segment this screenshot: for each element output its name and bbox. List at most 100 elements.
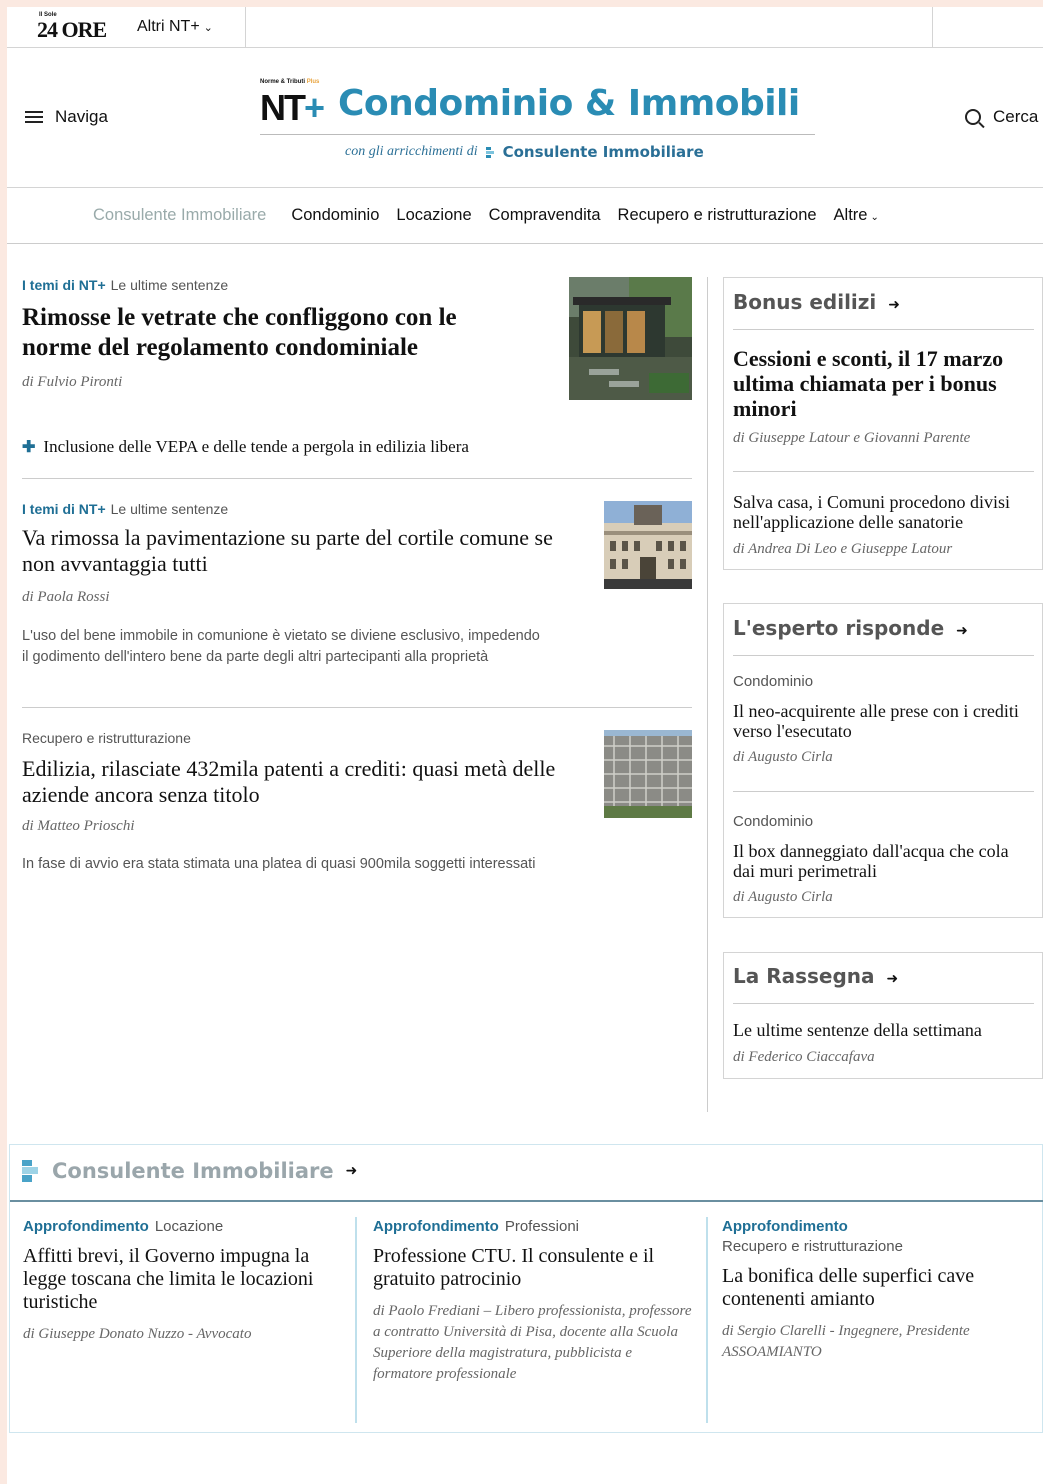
scaffolding-building-image [604, 730, 692, 818]
altri-nt-dropdown[interactable]: Altri NT+ ⌄ [137, 18, 213, 36]
sidebar-article-title[interactable]: Il neo-acquirente alle prese con i credi… [733, 701, 1033, 741]
logo-prefix: Il Sole [39, 12, 57, 18]
box-heading-label: L'esperto risponde [733, 616, 945, 640]
divider [733, 329, 1034, 330]
kicker-tag[interactable]: Approfondimento [23, 1218, 149, 1235]
divider [22, 707, 692, 708]
sidebar-article-byline: di Augusto Cirla [733, 749, 833, 765]
nav-item-locazione[interactable]: Locazione [396, 206, 471, 225]
article-image[interactable] [569, 277, 692, 400]
sidebar-article-byline: di Giuseppe Latour e Giovanni Parente [733, 430, 971, 446]
search-button[interactable]: Cerca [965, 107, 1038, 127]
chevron-down-icon: ⌄ [870, 212, 879, 223]
divider [932, 7, 933, 48]
kicker-category[interactable]: Professioni [505, 1218, 579, 1235]
consulente-title[interactable]: La bonifica delle superfici cave contene… [722, 1265, 1022, 1311]
divider [733, 1003, 1034, 1004]
page: Il Sole 24 ORE Altri NT+ ⌄ Naviga Norme &… [7, 7, 1043, 1484]
kicker-tag[interactable]: I temi di NT+ [22, 501, 106, 517]
kicker-category[interactable]: Le ultime sentenze [111, 501, 229, 517]
consulente-heading[interactable]: Consulente Immobiliare ➜ [22, 1159, 357, 1183]
menu-label: Naviga [55, 107, 108, 126]
menu-button[interactable]: Naviga [25, 107, 108, 127]
article-image[interactable] [604, 501, 692, 589]
kicker-tag[interactable]: Approfondimento [722, 1217, 1016, 1237]
divider [355, 1217, 357, 1423]
sidebar-category[interactable]: Condominio [733, 673, 813, 690]
sidebar-article-title[interactable]: Il box danneggiato dall'acqua che cola d… [733, 841, 1033, 881]
consulente-article[interactable]: Approfondimento Locazione Affitti brevi, … [23, 1217, 343, 1345]
bonus-edilizi-box: Bonus edilizi ➜ Cessioni e sconti, il 17 … [723, 277, 1043, 570]
divider [733, 655, 1034, 656]
divider [22, 478, 692, 479]
chevron-down-icon: ⌄ [203, 22, 213, 34]
sidebar-category[interactable]: Condominio [733, 813, 813, 830]
kicker-category[interactable]: Le ultime sentenze [111, 277, 229, 293]
top-bar: Il Sole 24 ORE Altri NT+ ⌄ [7, 7, 1043, 48]
related-title: Inclusione delle VEPA e delle tende a pe… [43, 437, 469, 456]
consulente-logo-icon [485, 146, 498, 158]
article-summary: In fase di avvio era stata stimata una p… [22, 856, 536, 872]
arrow-right-icon: ➜ [956, 623, 968, 639]
sidebar-article-title[interactable]: Salva casa, i Comuni procedono divisi ne… [733, 492, 1033, 532]
consulente-byline: di Sergio Clarelli - Ingegnere, Presiden… [722, 1323, 970, 1360]
article-image[interactable] [604, 730, 692, 818]
article-card[interactable]: Recupero e ristrutturazione Edilizia, ri… [22, 730, 692, 900]
brand-logo[interactable]: Norme & Tributi Plus NT+ Condominio & Im… [260, 79, 815, 135]
box-heading-label: Bonus edilizi [733, 290, 877, 314]
kicker-tag[interactable]: I temi di NT+ [22, 277, 106, 293]
article-card[interactable]: I temi di NT+ Le ultime sentenze Rimosse … [22, 277, 692, 479]
article-title[interactable]: Va rimossa la pavimentazione su parte de… [22, 525, 562, 577]
article-byline: di Paola Rossi [22, 589, 110, 605]
kicker-tag[interactable]: Approfondimento [373, 1218, 499, 1235]
sidebar-article-title[interactable]: Le ultime sentenze della settimana [733, 1020, 1033, 1040]
main-column: I temi di NT+ Le ultime sentenze Rimosse … [22, 277, 692, 872]
arrow-right-icon: ➜ [345, 1163, 358, 1179]
masthead: Naviga Norme & Tributi Plus NT+ Condomin… [7, 49, 1043, 188]
arrow-right-icon: ➜ [888, 297, 901, 313]
nav-item-consulente[interactable]: Consulente Immobiliare [93, 206, 266, 225]
section-nav: Consulente Immobiliare Condominio Locazi… [7, 189, 1043, 244]
box-heading-label: La Rassegna [733, 964, 875, 988]
kicker-category[interactable]: Recupero e ristrutturazione [722, 1238, 903, 1255]
article-title[interactable]: Edilizia, rilasciate 432mila patenti a c… [22, 756, 582, 808]
consulente-immobiliare-section: Consulente Immobiliare ➜ Approfondimento… [9, 1144, 1043, 1433]
consulente-kicker: Approfondimento Professioni [373, 1217, 693, 1237]
nav-item-recupero[interactable]: Recupero e ristrutturazione [618, 206, 817, 225]
article-title[interactable]: Rimosse le vetrate che confliggono con l… [22, 303, 522, 363]
article-kicker[interactable]: Recupero e ristrutturazione [22, 730, 191, 746]
consulente-byline: di Paolo Frediani – Libero professionist… [373, 1303, 692, 1382]
brand-subtitle: con gli arricchimenti di Consulente Immo… [345, 143, 704, 161]
search-label: Cerca [993, 107, 1039, 126]
consulente-title[interactable]: Professione CTU. Il consulente e il grat… [373, 1245, 693, 1291]
nav-item-condominio[interactable]: Condominio [291, 206, 379, 225]
consulente-logo-icon [22, 1160, 38, 1182]
brand-nt: NT+ [260, 87, 325, 129]
article-card[interactable]: I temi di NT+ Le ultime sentenze Va rimos… [22, 501, 692, 708]
consulente-article[interactable]: Approfondimento Recupero e ristrutturazio… [722, 1217, 1022, 1363]
brand-plus: + [304, 87, 325, 128]
article-kicker: I temi di NT+ Le ultime sentenze [22, 277, 228, 293]
la-rassegna-heading[interactable]: La Rassegna ➜ [733, 964, 898, 988]
related-link[interactable]: ✚ Inclusione delle VEPA e delle tende a p… [22, 437, 469, 457]
esperto-risponde-heading[interactable]: L'esperto risponde ➜ [733, 616, 968, 640]
sidebar-article-title[interactable]: Cessioni e sconti, il 17 marzo ultima ch… [733, 346, 1033, 421]
brand-mini-label: Norme & Tributi Plus [260, 79, 319, 85]
article-kicker: I temi di NT+ Le ultime sentenze [22, 501, 228, 517]
kicker-category[interactable]: Locazione [155, 1218, 223, 1235]
nav-item-compravendita[interactable]: Compravendita [489, 206, 601, 225]
bonus-edilizi-heading[interactable]: Bonus edilizi ➜ [733, 290, 900, 314]
sidebar-article-byline: di Andrea Di Leo e Giuseppe Latour [733, 541, 953, 557]
brand-sub-brand: Consulente Immobiliare [502, 143, 704, 161]
brand-name: Condominio & Immobili [338, 83, 800, 124]
nav-item-altre[interactable]: Altre ⌄ [834, 206, 879, 225]
glass-pergola-house-image [569, 277, 692, 400]
sidebar-article-byline: di Federico Ciaccafava [733, 1049, 875, 1065]
courthouse-facade-image [604, 501, 692, 589]
consulente-title[interactable]: Affitti brevi, il Governo impugna la leg… [23, 1245, 343, 1314]
article-byline: di Fulvio Pironti [22, 374, 123, 390]
consulente-article[interactable]: Approfondimento Professioni Professione C… [373, 1217, 693, 1385]
brand-sub-text: con gli arricchimenti di [345, 144, 478, 159]
divider [733, 791, 1034, 792]
sole-24-ore-logo[interactable]: Il Sole 24 ORE [37, 12, 107, 43]
